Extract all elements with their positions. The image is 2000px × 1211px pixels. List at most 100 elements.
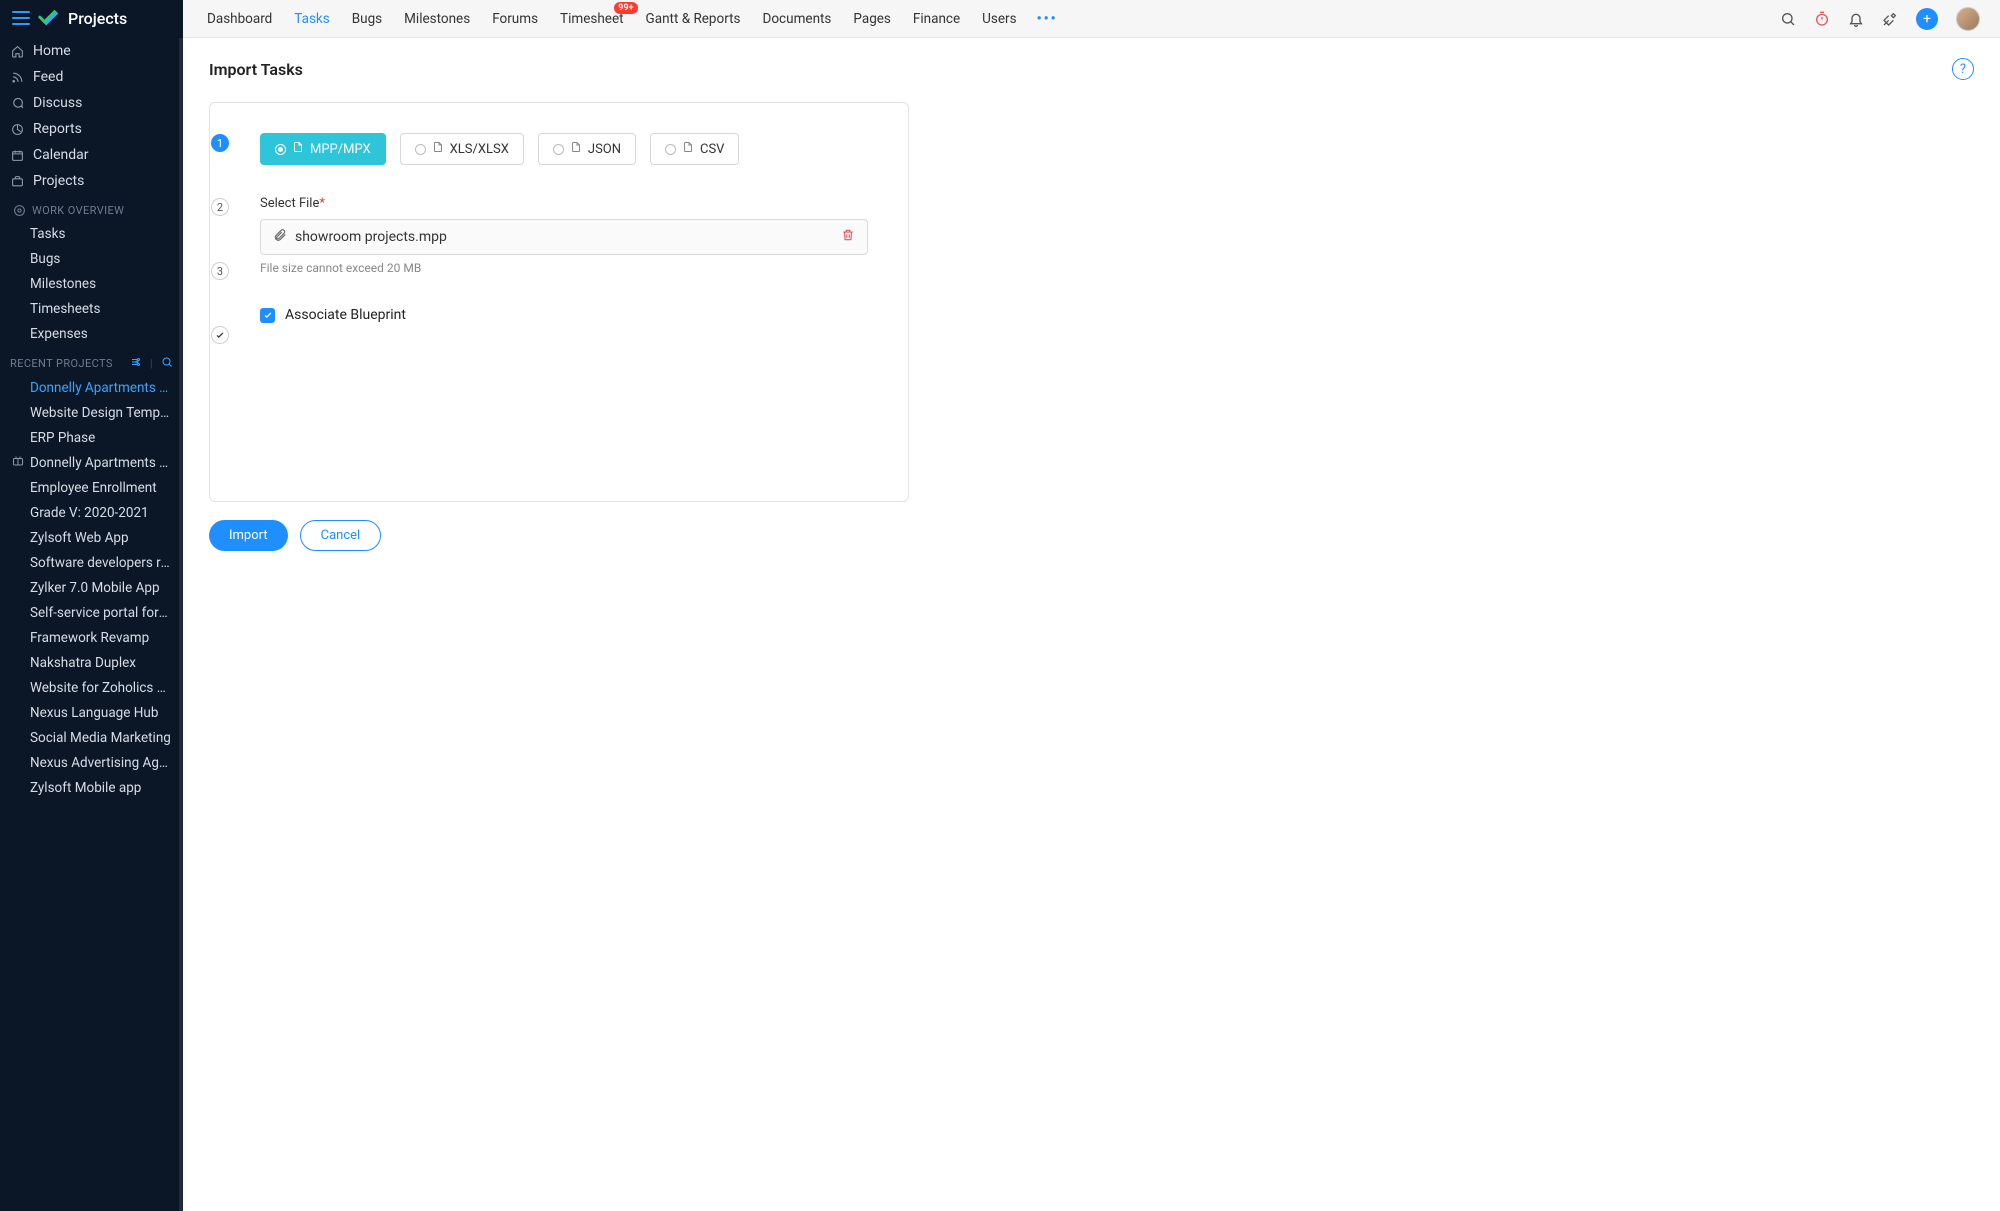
recent-project-item[interactable]: Nexus Advertising Agency — [0, 750, 183, 775]
nav-label: Projects — [33, 173, 84, 189]
nav-label: Feed — [33, 69, 63, 85]
recent-project-item[interactable]: Nakshatra Duplex — [0, 650, 183, 675]
user-avatar[interactable] — [1956, 7, 1980, 31]
step-3[interactable]: 3 — [211, 262, 229, 280]
format-label: JSON — [588, 142, 621, 157]
section-label: RECENT PROJECTS — [10, 357, 113, 370]
topnav-dashboard[interactable]: Dashboard — [207, 11, 272, 27]
recent-project-item[interactable]: Zylsoft Web App — [0, 525, 183, 550]
wizard-steps: 1 2 3 — [209, 102, 231, 551]
nav-calendar[interactable]: Calendar — [0, 142, 183, 168]
more-menu-icon[interactable]: ••• — [1037, 11, 1058, 27]
help-button[interactable]: ? — [1952, 58, 1974, 80]
recent-project-item[interactable]: Zylsoft Mobile app — [0, 775, 183, 800]
topnav-bugs[interactable]: Bugs — [352, 11, 382, 27]
file-name: showroom projects.mpp — [295, 229, 833, 245]
recent-project-item[interactable]: Framework Revamp — [0, 625, 183, 650]
topnav-pages[interactable]: Pages — [853, 11, 891, 27]
cancel-button[interactable]: Cancel — [300, 520, 382, 551]
radio-icon — [553, 144, 564, 155]
associate-blueprint-checkbox[interactable] — [260, 308, 275, 323]
nav-feed[interactable]: Feed — [0, 64, 183, 90]
radio-icon — [415, 144, 426, 155]
top-actions: + — [1780, 7, 1980, 31]
nav-projects[interactable]: Projects — [0, 168, 183, 194]
delete-file-icon[interactable] — [841, 228, 855, 246]
bell-icon[interactable] — [1848, 11, 1864, 27]
topnav-users[interactable]: Users — [982, 11, 1016, 27]
format-option-csv[interactable]: CSV — [650, 133, 739, 165]
nav-label: Reports — [33, 121, 82, 137]
format-option-json[interactable]: JSON — [538, 133, 636, 165]
feed-icon — [10, 71, 24, 84]
recent-projects-section: RECENT PROJECTS | — [0, 346, 183, 375]
select-file-label: Select File* — [260, 196, 325, 211]
recent-project-item[interactable]: Self-service portal for Zylker — [0, 600, 183, 625]
recent-project-item[interactable]: Donnelly Apartments Construction — [0, 375, 183, 400]
recent-project-item[interactable]: Social Media Marketing — [0, 725, 183, 750]
recent-project-item[interactable]: Website for Zoholics event — [0, 675, 183, 700]
topnav-finance[interactable]: Finance — [913, 11, 960, 27]
calendar-icon — [10, 149, 24, 162]
sidebar-item-tasks[interactable]: Tasks — [0, 221, 183, 246]
top-nav: Dashboard Tasks Bugs Milestones Forums Timesh… — [207, 11, 1017, 27]
recent-project-item[interactable]: Software developers recruitment — [0, 550, 183, 575]
associate-blueprint-label: Associate Blueprint — [285, 307, 406, 323]
format-option-xls-xlsx[interactable]: XLS/XLSX — [400, 133, 524, 165]
content: Import Tasks ? 1 2 3 MPP/MPX XLS/XLSX JSON… — [183, 38, 2000, 571]
file-input[interactable]: showroom projects.mpp — [260, 219, 868, 255]
step-final[interactable] — [211, 326, 229, 344]
import-card: MPP/MPX XLS/XLSX JSON CSV Select File* show… — [209, 102, 909, 502]
topnav-tasks[interactable]: Tasks — [294, 11, 329, 27]
overview-icon — [12, 204, 26, 217]
projects-icon — [10, 175, 24, 188]
nav-label: Home — [33, 43, 71, 59]
nav-home[interactable]: Home — [0, 38, 183, 64]
format-label: CSV — [700, 142, 724, 157]
recent-project-item[interactable]: ERP Phase — [0, 425, 183, 450]
topnav-documents[interactable]: Documents — [763, 11, 832, 27]
tools-icon[interactable] — [1882, 11, 1898, 27]
nav-discuss[interactable]: Discuss — [0, 90, 183, 116]
recent-project-item[interactable]: Nexus Language Hub — [0, 700, 183, 725]
step-1[interactable]: 1 — [211, 134, 229, 152]
menu-icon[interactable] — [12, 11, 30, 25]
page-title: Import Tasks — [209, 60, 303, 79]
topnav-forums[interactable]: Forums — [492, 11, 538, 27]
recent-project-item[interactable]: Website Design Templates — [0, 400, 183, 425]
sidebar-item-milestones[interactable]: Milestones — [0, 271, 183, 296]
home-icon — [10, 45, 24, 58]
recent-project-item[interactable]: Employee Enrollment — [0, 475, 183, 500]
brand-name: Projects — [68, 9, 127, 28]
file-icon — [432, 141, 444, 157]
topbar: Dashboard Tasks Bugs Milestones Forums Timesh… — [183, 0, 2000, 38]
topnav-timesheet[interactable]: Timesheet99+ — [560, 11, 623, 27]
file-icon — [292, 141, 304, 157]
sidebar-scrollbar[interactable] — [179, 38, 183, 1211]
sidebar-brand: Projects — [0, 0, 183, 38]
main-area: Dashboard Tasks Bugs Milestones Forums Timesh… — [183, 0, 2000, 1211]
sidebar-item-bugs[interactable]: Bugs — [0, 246, 183, 271]
format-options: MPP/MPX XLS/XLSX JSON CSV — [260, 133, 868, 165]
radio-icon — [275, 144, 286, 155]
filter-icon[interactable] — [130, 356, 142, 371]
topnav-milestones[interactable]: Milestones — [404, 11, 470, 27]
nav-label: Calendar — [33, 147, 89, 163]
recent-project-item[interactable]: Zylker 7.0 Mobile App — [0, 575, 183, 600]
recent-project-item[interactable]: Grade V: 2020-2021 — [0, 500, 183, 525]
nav-reports[interactable]: Reports — [0, 116, 183, 142]
format-option-mpp-mpx[interactable]: MPP/MPX — [260, 133, 386, 165]
section-label: WORK OVERVIEW — [32, 204, 124, 217]
sidebar: Projects Home Feed Discuss Reports Calen… — [0, 0, 183, 1211]
sidebar-item-timesheets[interactable]: Timesheets — [0, 296, 183, 321]
format-label: MPP/MPX — [310, 142, 371, 157]
add-button[interactable]: + — [1916, 8, 1938, 30]
step-2[interactable]: 2 — [211, 198, 229, 216]
attachment-icon — [273, 228, 287, 246]
search-icon[interactable] — [161, 356, 173, 371]
topnav-gantt-reports[interactable]: Gantt & Reports — [646, 11, 741, 27]
sidebar-item-expenses[interactable]: Expenses — [0, 321, 183, 346]
timer-icon[interactable] — [1814, 11, 1830, 27]
search-icon[interactable] — [1780, 11, 1796, 27]
recent-project-item[interactable]: Donnelly Apartments Construction — [0, 450, 183, 475]
